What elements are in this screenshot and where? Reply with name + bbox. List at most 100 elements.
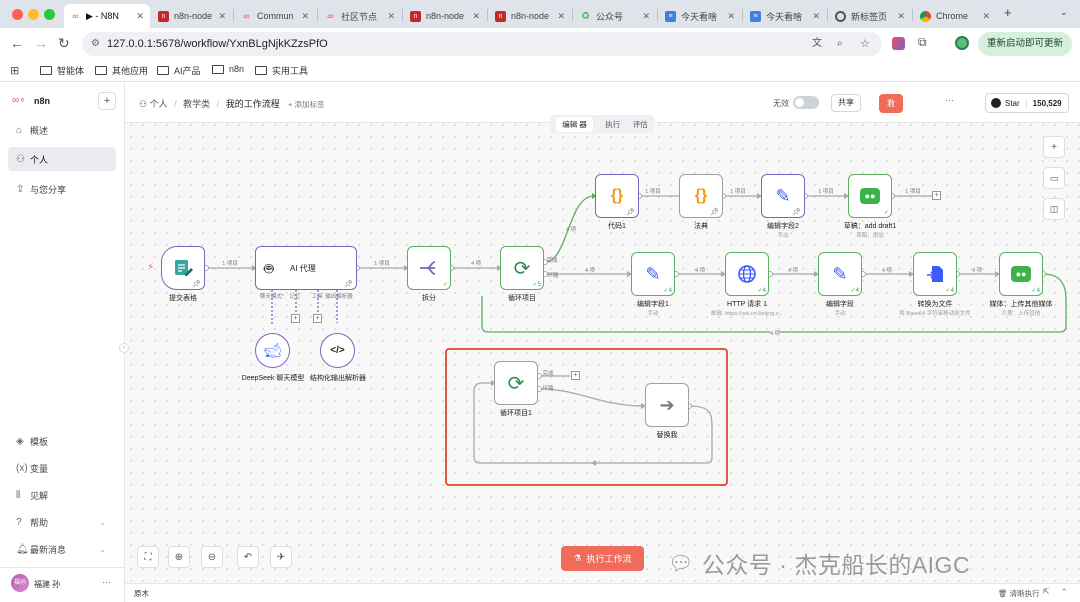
sidebar-item-variables[interactable]: (x) 变量 [8,456,116,480]
add-node-button[interactable]: + [1043,136,1065,158]
close-tab-icon[interactable]: ✕ [557,11,565,22]
maximize-window-button[interactable] [44,9,55,20]
node-split-out[interactable]: ✓ [407,246,451,290]
close-tab-icon[interactable]: ✕ [472,11,480,22]
node-media-upload[interactable]: ●● ✓4 [999,252,1043,296]
zoom-in-icon[interactable]: ⊕ [168,546,190,568]
github-star-button[interactable]: Star 150,529 [985,93,1069,113]
update-button[interactable]: 重新启动即可更新 [978,32,1072,56]
sidebar-item-whats-new[interactable]: 🔔︎ 最新消息 ⌄ [8,537,116,561]
node-loop-over-items[interactable]: ⟳ ✓5 [500,246,544,290]
avatar[interactable]: 福孙 [11,574,29,592]
site-info-icon[interactable]: ⚙ [91,32,100,56]
node-output-parser[interactable]: </> [320,333,355,368]
save-button[interactable]: 救 [879,94,903,113]
node-deepseek-model[interactable]: 🐋︎ [255,333,290,368]
node-http-request[interactable]: ✓4 [725,252,769,296]
chevron-up-icon[interactable]: ⌃ [1061,587,1067,596]
execute-workflow-button[interactable]: ⚗ 执行工作流 [561,546,644,571]
tab-list-icon[interactable]: ⌄ [1060,7,1068,18]
add-node-after-button[interactable]: + [932,191,941,200]
browser-tab[interactable]: ∞ 社区节点 ✕ [319,4,401,28]
user-menu-icon[interactable]: ··· [102,577,111,587]
browser-tab[interactable]: Chrome ✕ [914,4,996,28]
node-edit-fields[interactable]: ✎ ✓4 [818,252,862,296]
close-window-button[interactable] [12,9,23,20]
add-tag-button[interactable]: + 添加标签 [288,99,324,110]
share-button[interactable]: 共享 [831,94,861,112]
panel-toggle-icon[interactable]: ◫ [1043,198,1065,220]
bookmark-folder[interactable]: n8n [212,64,244,74]
new-tab-icon[interactable]: + [1004,5,1012,20]
breadcrumb-folder[interactable]: 教学类 [183,99,210,109]
node-form-trigger[interactable]: 📌︎ [161,246,205,290]
tab-editor[interactable]: 编辑 器 [556,116,593,132]
forward-icon[interactable]: → [34,35,48,51]
minimize-window-button[interactable] [28,9,39,20]
zoom-icon[interactable]: ⌕ [837,32,843,56]
sidebar-item-personal[interactable]: ⚇ 个人 [8,147,116,171]
node-draft[interactable]: ●● ✓ [848,174,892,218]
node-replace-me[interactable]: ➔ [645,383,689,427]
close-tab-icon[interactable]: ✕ [642,11,650,22]
browser-tab[interactable]: n n8n-node ✕ [489,4,571,28]
sticky-note-icon[interactable]: ▭ [1043,167,1065,189]
workflow-menu-icon[interactable]: ··· [945,95,954,105]
node-convert-to-file[interactable]: ✓4 [913,252,957,296]
browser-tab[interactable]: ≡ 今天看啥 ✕ [744,4,826,28]
zoom-out-icon[interactable]: ⊖ [201,546,223,568]
close-tab-icon[interactable]: ✕ [897,11,905,22]
sidebar-item-templates[interactable]: ◈ 模板 [8,429,116,453]
url-input[interactable]: ⚙ 127.0.0.1:5678/workflow/YxnBLgNjkKZzsP… [82,32,882,56]
reload-icon[interactable]: ↻ [58,35,70,52]
bookmark-folder[interactable]: AI产品 [157,64,201,77]
close-tab-icon[interactable]: ✕ [387,11,395,22]
workflow-name[interactable]: 我的工作流程 [226,99,280,109]
browser-tab[interactable]: ≡ 今天看啥 ✕ [659,4,741,28]
tidy-up-icon[interactable]: ✈︎ [270,546,292,568]
node-ai-agent[interactable]: 🤖︎ AI 代理 📌︎ [255,246,357,290]
sidebar-item-help[interactable]: ? 帮助 ⌄ [8,510,116,534]
sidebar-item-overview[interactable]: ⌂ 概述 [8,118,116,142]
tab-executions[interactable]: 执行 [605,119,620,130]
back-icon[interactable]: ← [10,35,24,51]
browser-tab[interactable]: ♻ 公众号 ✕ [574,4,656,28]
add-memory-button[interactable]: + [291,314,300,323]
browser-tab[interactable]: n n8n-node ✕ [404,4,486,28]
node-edit-fields1[interactable]: ✎ ✓4 [631,252,675,296]
apps-grid-icon[interactable]: ⊞ [10,64,19,77]
node-code1[interactable]: {} 📌︎ [595,174,639,218]
close-tab-icon[interactable]: ✕ [982,11,990,22]
bookmark-star-icon[interactable]: ☆ [860,32,870,56]
profile-avatar[interactable] [955,36,969,50]
browser-tab[interactable]: ∞ Commun ✕ [235,4,315,28]
translate-icon[interactable]: 文 [812,32,822,56]
log-bar[interactable]: 原木 🗑︎ 清晰执行 ⇱ ⌃ [125,583,1080,602]
logs-label[interactable]: 原木 [134,588,149,599]
tab-evaluations[interactable]: 评估 [633,119,648,130]
create-button[interactable]: + [98,92,116,110]
add-tool-button[interactable]: + [313,314,322,323]
close-tab-icon[interactable]: ✕ [812,11,820,22]
breadcrumb-personal[interactable]: 个人 [150,99,168,109]
extension-icon[interactable] [892,37,905,50]
node-code[interactable]: {} 📌︎ [679,174,723,218]
node-edit-fields2[interactable]: ✎ 📌︎ [761,174,805,218]
active-toggle[interactable] [793,96,819,109]
bookmark-folder[interactable]: 实用工具 [255,64,308,77]
close-tab-icon[interactable]: ✕ [136,11,144,22]
undo-icon[interactable]: ↶ [237,546,259,568]
add-node-after-button[interactable]: + [571,371,580,380]
bookmark-folder[interactable]: 其他应用 [95,64,148,77]
collapse-sidebar-icon[interactable]: ‹ [119,343,129,353]
browser-tab[interactable]: n n8n-node ✕ [152,4,232,28]
bookmark-folder[interactable]: 智能体 [40,64,84,77]
close-tab-icon[interactable]: ✕ [727,11,735,22]
node-loop-over-items1[interactable]: ⟳ [494,361,538,405]
fit-view-icon[interactable]: ⛶ [137,546,159,568]
close-tab-icon[interactable]: ✕ [301,11,309,22]
close-tab-icon[interactable]: ✕ [218,11,226,22]
clear-execution-button[interactable]: 🗑︎ 清晰执行 [998,588,1040,599]
expand-logs-icon[interactable]: ⇱ [1043,587,1049,596]
sidebar-item-insights[interactable]: ⫴ 见解 [8,483,116,507]
